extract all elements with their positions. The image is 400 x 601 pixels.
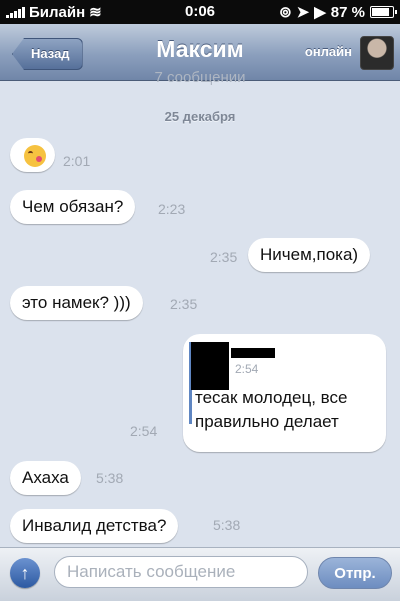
status-bar: Билайн ≋ 0:06 ⊚ ➤ ▶ 87 %: [0, 0, 400, 24]
date-separator: 25 декабря: [164, 109, 236, 124]
lock-rotation-icon: ⊚: [279, 4, 292, 21]
presence-status: онлайн: [304, 44, 352, 59]
message-time: 2:01: [63, 153, 91, 169]
quoted-message-bubble[interactable]: 2:54 тесак молодец, все правильно делает: [183, 334, 386, 452]
battery-percent: 87 %: [330, 3, 365, 21]
redacted-block: [231, 348, 275, 358]
attach-button[interactable]: ↑: [10, 558, 40, 588]
kissing-face-icon: [24, 145, 46, 167]
composer-bar: ↑ Отпр.: [0, 547, 400, 601]
message-time: 2:35: [170, 296, 198, 312]
message-time: 2:54: [130, 423, 158, 439]
message-bubble[interactable]: Ахаха: [10, 461, 81, 495]
message-bubble[interactable]: это намек? ))): [10, 286, 143, 320]
avatar[interactable]: [360, 36, 394, 70]
message-bubble[interactable]: Инвалид детства?: [10, 509, 179, 543]
arrow-up-icon: ↑: [20, 563, 30, 583]
message-time: 5:38: [213, 517, 241, 533]
redacted-block: [191, 342, 229, 390]
location-icon: ➤: [296, 4, 310, 21]
battery-icon: [370, 6, 397, 18]
message-text: тесак молодец, все правильно делает: [195, 386, 347, 434]
message-list[interactable]: 7 сообщении 25 декабря 2:01 Чем обязан? …: [0, 69, 400, 547]
message-line: тесак молодец, все: [195, 388, 348, 407]
quote-time: 2:54: [235, 362, 259, 376]
message-time: 2:35: [210, 249, 238, 265]
message-time: 2:23: [158, 201, 186, 217]
message-bubble[interactable]: Чем обязан?: [10, 190, 136, 224]
message-time: 5:38: [96, 470, 124, 486]
play-icon: ▶: [314, 4, 326, 21]
message-input[interactable]: [54, 556, 308, 588]
message-line: правильно делает: [195, 412, 339, 431]
send-button[interactable]: Отпр.: [318, 557, 392, 589]
message-bubble[interactable]: Ничем,пока): [248, 238, 371, 272]
earlier-messages-label[interactable]: 7 сообщении: [0, 69, 400, 86]
